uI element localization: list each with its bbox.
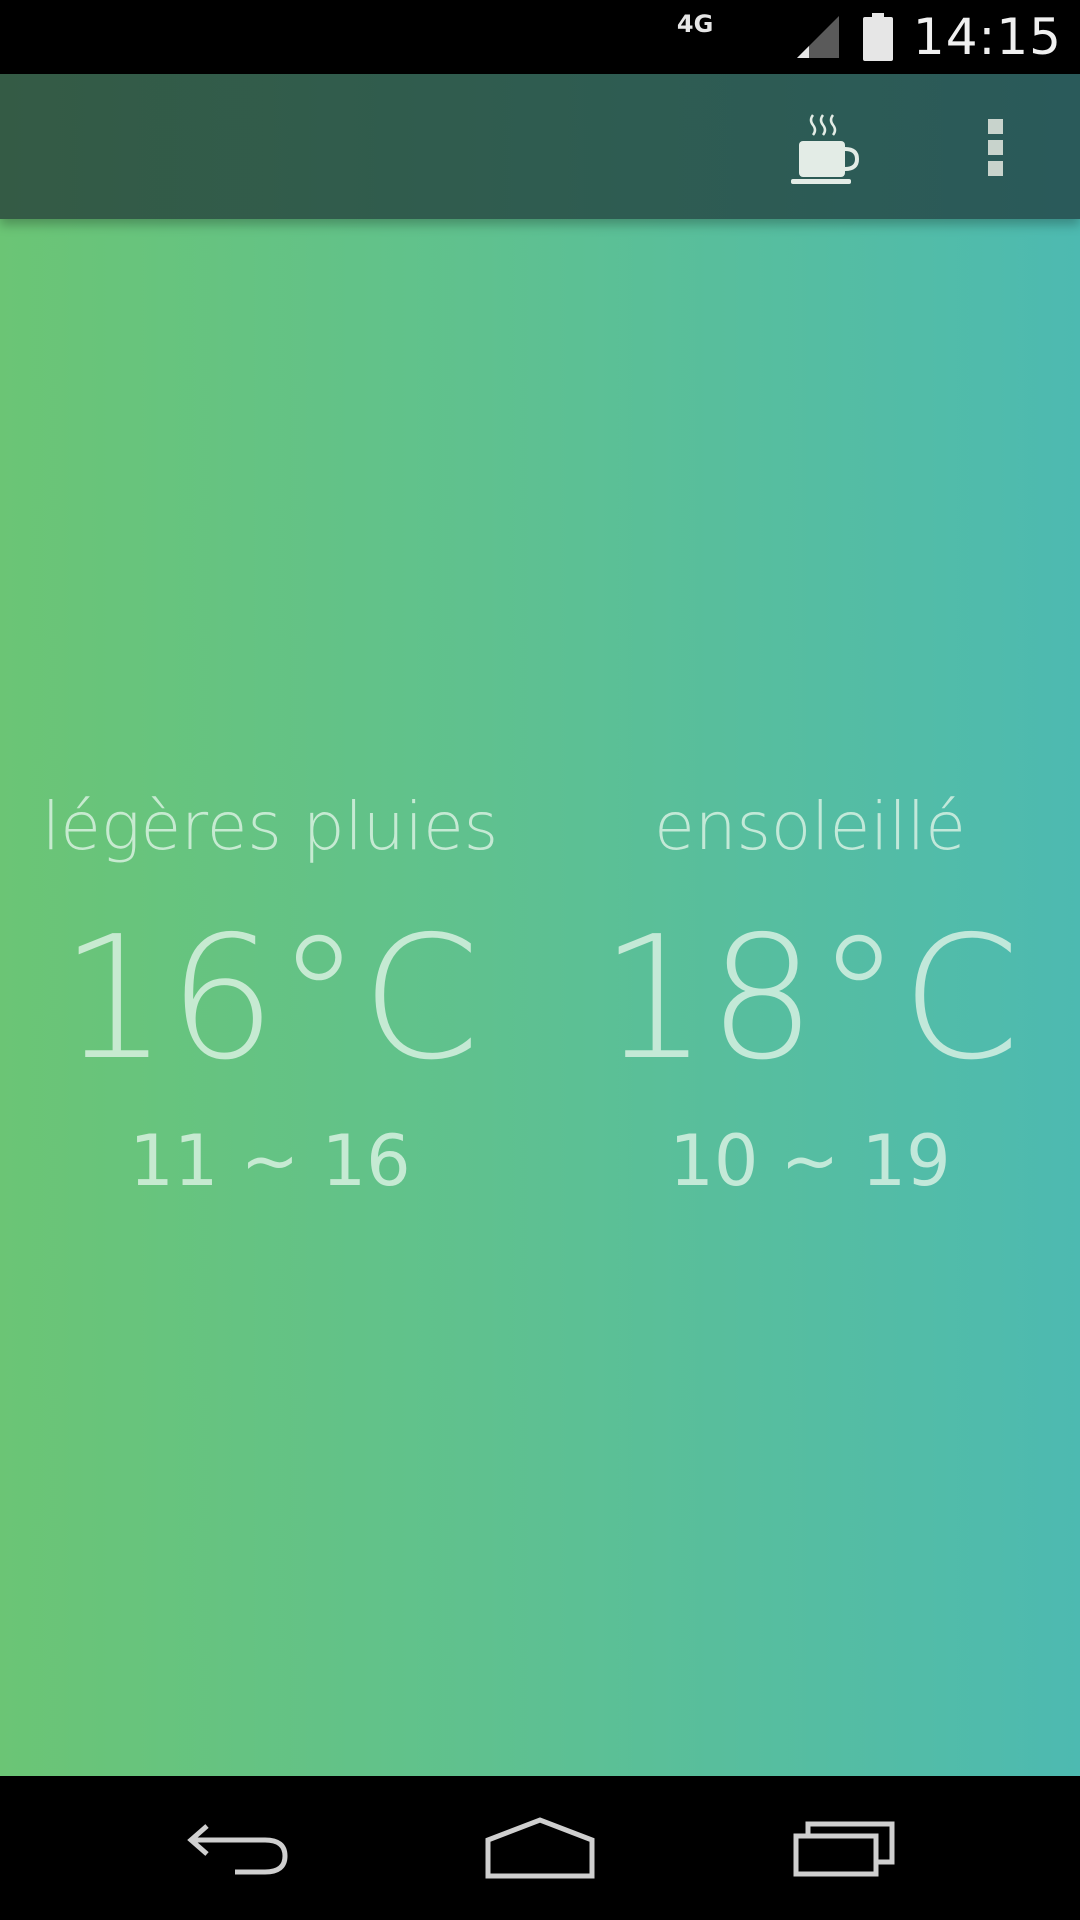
status-icons: 4G 14:15 <box>677 0 1062 74</box>
forecast-today: légères pluies 16°C 11 ~ 16 <box>0 788 540 1202</box>
temperature-range: 10 ~ 19 <box>669 1120 951 1202</box>
home-icon <box>485 1817 595 1879</box>
signal-icon <box>796 16 839 58</box>
weather-content: légères pluies 16°C 11 ~ 16 ensoleillé 1… <box>0 74 1080 1776</box>
screen: 4G 14:15 légères pluies 16°C 11 ~ 16 ens… <box>0 0 1080 1920</box>
temperature-range: 11 ~ 16 <box>129 1120 411 1202</box>
coffee-button[interactable] <box>780 104 870 194</box>
coffee-cup-icon <box>791 114 860 184</box>
back-button[interactable] <box>180 1806 300 1890</box>
temperature: 18°C <box>599 900 1021 1098</box>
temperature: 16°C <box>59 900 481 1098</box>
back-icon <box>187 1824 288 1875</box>
clock: 14:15 <box>912 8 1062 66</box>
app-toolbar <box>0 74 1080 219</box>
weather-condition: ensoleillé <box>654 788 966 865</box>
weather-condition: légères pluies <box>41 788 499 865</box>
recent-apps-button[interactable] <box>784 1806 904 1890</box>
home-button[interactable] <box>480 1806 600 1890</box>
overflow-menu-icon <box>988 119 1003 176</box>
navigation-bar <box>0 1776 1080 1920</box>
forecast-tomorrow: ensoleillé 18°C 10 ~ 19 <box>540 788 1080 1202</box>
recent-apps-icon <box>793 1821 895 1877</box>
status-bar: 4G 14:15 <box>0 0 1080 74</box>
overflow-menu-button[interactable] <box>966 104 1026 194</box>
network-type-label: 4G <box>676 10 714 38</box>
battery-icon <box>862 13 893 61</box>
